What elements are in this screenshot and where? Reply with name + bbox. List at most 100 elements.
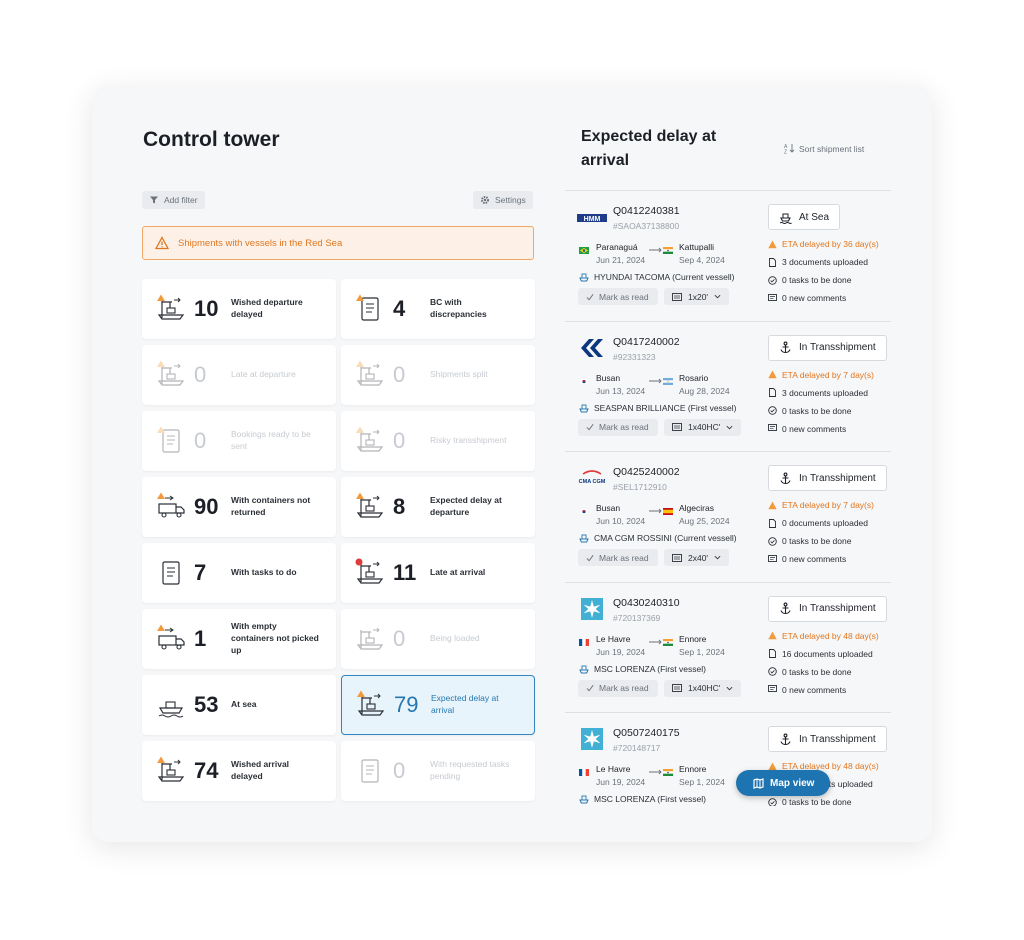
shipment-card[interactable]: Q0430240310 #720137369 Le Havre Jun 19, … <box>565 583 891 713</box>
vessel-icon <box>579 404 589 412</box>
mark-as-read-button[interactable]: Mark as read <box>578 679 658 697</box>
control-tower-panel: Control tower Add filter Settings Shipme… <box>92 86 932 842</box>
shipment-id[interactable]: Q0425240002 <box>613 466 680 478</box>
anchor-icon <box>780 341 791 354</box>
shipment-list[interactable]: HMM Q0412240381 #SAOA37138800 Paranaguá … <box>565 191 891 806</box>
card-expected-delay-at-departure[interactable]: 8 Expected delay at departure <box>341 477 535 537</box>
check-icon <box>586 685 594 692</box>
card-empty-containers-not-picked-up[interactable]: 1 With empty containers not picked up <box>142 609 336 669</box>
mark-as-read-button[interactable]: Mark as read <box>578 288 658 305</box>
departure-date: Jun 21, 2024 <box>596 255 646 265</box>
card-count: 11 <box>393 560 417 585</box>
warning-icon <box>155 236 169 250</box>
status-badge[interactable]: At Sea <box>768 204 841 230</box>
card-risky-transshipment[interactable]: 0 Risky transshipment <box>341 411 535 471</box>
card-label: Late at arrival <box>430 567 486 578</box>
card-count: 90 <box>194 494 219 519</box>
check-icon <box>586 293 594 300</box>
card-label: Wished arrival delayed <box>231 759 290 781</box>
card-at-sea[interactable]: 53 At sea <box>142 675 336 735</box>
departure-date: Jun 19, 2024 <box>596 646 646 657</box>
shipment-id[interactable]: Q0507240175 <box>613 727 680 739</box>
check-circle-icon <box>768 536 777 546</box>
documents-info: 0 documents uploaded <box>768 518 868 528</box>
chevron-down-icon <box>726 425 733 429</box>
status-badge[interactable]: In Transshipment <box>768 595 887 622</box>
shipment-reference: #SEL1712910 <box>613 482 667 492</box>
chevron-down-icon <box>714 294 721 299</box>
destination-flag-icon <box>663 247 673 254</box>
card-wished-departure-delayed[interactable]: 10 Wished departure delayed <box>142 279 336 339</box>
documents-text: 0 documents uploaded <box>782 518 869 528</box>
shipment-card[interactable]: CMA CGM Q0425240002 #SEL1712910 Busan Ju… <box>565 452 891 583</box>
vessel-info: MSC LORENZA (First vessel) <box>579 664 706 674</box>
comment-icon <box>768 293 777 301</box>
card-label: With containers not returned <box>231 495 311 517</box>
status-badge[interactable]: In Transshipment <box>768 334 887 361</box>
tasks-text: 0 tasks to be done <box>782 405 852 416</box>
origin-flag-icon <box>579 508 589 515</box>
card-count: 0 <box>194 362 207 387</box>
shipment-card[interactable]: Q0417240002 #92331323 Busan Jun 13, 2024… <box>565 322 891 452</box>
warning-icon <box>768 240 777 248</box>
card-wished-arrival-delayed[interactable]: 74 Wished arrival delayed <box>142 741 336 801</box>
status-label: In Transshipment <box>799 603 876 614</box>
mark-as-read-button[interactable]: Mark as read <box>578 418 658 436</box>
carrier-logo: CMA CGM <box>577 467 607 489</box>
card-count: 0 <box>393 758 406 783</box>
shipment-card[interactable]: Q0507240175 #720148717 Le Havre Jun 19, … <box>565 713 891 806</box>
shipment-id[interactable]: Q0417240002 <box>613 336 680 348</box>
red-sea-alert[interactable]: Shipments with vessels in the Red Sea <box>142 226 534 260</box>
container-icon <box>672 423 682 431</box>
containers-dropdown[interactable]: 1x40HC' <box>664 418 742 436</box>
destination-port: Ennore <box>679 764 707 774</box>
hmm-logo-icon: HMM <box>577 214 607 223</box>
add-filter-button[interactable]: Add filter <box>142 191 205 209</box>
card-bc-with-discrepancies[interactable]: 4 BC with discrepancies <box>341 279 535 339</box>
status-badge[interactable]: In Transshipment <box>768 726 887 752</box>
card-label: With empty containers not picked up <box>231 621 319 655</box>
check-icon <box>586 424 594 431</box>
vessel-name: SEASPAN BRILLIANCE (First vessel) <box>594 402 737 413</box>
shipment-id[interactable]: Q0430240310 <box>613 597 680 609</box>
card-bookings-ready-to-be-sent[interactable]: 0 Bookings ready to be sent <box>142 411 336 471</box>
comments-text: 0 new comments <box>782 684 847 695</box>
card-count: 4 <box>393 296 406 321</box>
card-being-loaded[interactable]: 0 Being loaded <box>341 609 535 669</box>
vessel-icon <box>579 534 589 543</box>
card-shipments-split[interactable]: 0 Shipments split <box>341 345 535 405</box>
documents-info: 3 documents uploaded <box>768 388 868 398</box>
alert-text: Shipments with vessels in the Red Sea <box>178 237 343 249</box>
shipment-card[interactable]: HMM Q0412240381 #SAOA37138800 Paranaguá … <box>565 191 891 322</box>
departure-date: Jun 10, 2024 <box>596 516 646 526</box>
card-expected-delay-at-arrival[interactable]: 79 Expected delay at arrival <box>341 675 535 735</box>
warning-icon <box>768 631 777 640</box>
vessel-info: SEASPAN BRILLIANCE (First vessel) <box>579 403 737 413</box>
ship-at-sea-icon <box>779 213 792 224</box>
shipment-id[interactable]: Q0412240381 <box>613 205 680 217</box>
status-label: At Sea <box>799 211 830 223</box>
tasks-info: 0 tasks to be done <box>768 406 851 416</box>
card-late-at-arrival[interactable]: 11 Late at arrival <box>341 543 535 603</box>
card-requested-tasks-pending[interactable]: 0 With requested tasks pending <box>341 741 535 801</box>
status-badge[interactable]: In Transshipment <box>768 465 887 491</box>
sort-shipment-list-button[interactable]: AZ Sort shipment list <box>784 143 864 155</box>
card-late-at-departure[interactable]: 0 Late at departure <box>142 345 336 405</box>
card-tasks-to-do[interactable]: 7 With tasks to do <box>142 543 336 603</box>
card-containers-not-returned[interactable]: 90 With containers not returned <box>142 477 336 537</box>
mark-as-read-label: Mark as read <box>599 291 649 302</box>
containers-dropdown[interactable]: 1x20' <box>664 288 730 305</box>
comment-icon <box>768 424 777 431</box>
document-icon <box>769 518 776 528</box>
map-view-button[interactable]: Map view <box>736 770 831 796</box>
containers-dropdown[interactable]: 2x40' <box>664 549 730 566</box>
carrier-logo <box>577 728 607 750</box>
card-label: Expected delay at arrival <box>431 693 499 715</box>
shipment-reference: #720148717 <box>613 743 661 753</box>
settings-button[interactable]: Settings <box>473 191 533 209</box>
arrival-date: Sep 1, 2024 <box>679 777 725 787</box>
mark-as-read-button[interactable]: Mark as read <box>578 549 658 566</box>
containers-dropdown[interactable]: 1x40HC' <box>664 679 742 697</box>
container-icon <box>672 553 682 562</box>
vessel-name: HYUNDAI TACOMA (Current vessell) <box>594 272 735 282</box>
